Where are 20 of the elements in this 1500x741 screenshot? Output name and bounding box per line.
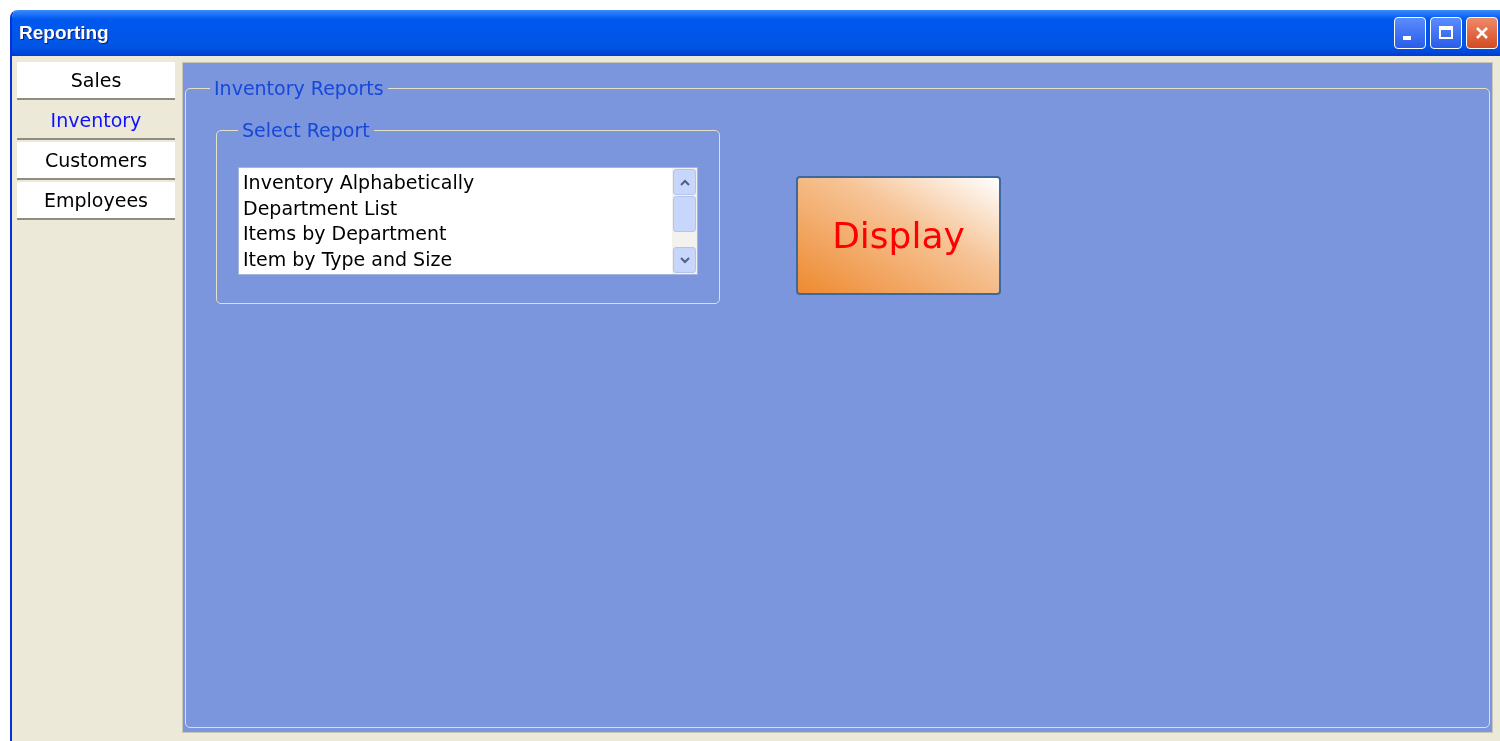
group-title: Inventory Reports: [213, 77, 385, 99]
minimize-button[interactable]: [1394, 17, 1426, 49]
list-item[interactable]: Department List: [243, 195, 668, 221]
tab[interactable]: Employees: [17, 182, 175, 220]
scrollbar[interactable]: [672, 168, 697, 274]
maximize-button[interactable]: [1430, 17, 1462, 49]
window-title: Reporting: [19, 22, 109, 44]
list-item[interactable]: Items by Department: [243, 221, 668, 247]
maximize-icon: [1438, 25, 1454, 41]
scroll-up-icon[interactable]: [673, 169, 696, 195]
group-title: Select Report: [241, 119, 371, 141]
list-item[interactable]: Inventory Alphabetically: [243, 170, 668, 196]
minimize-icon: [1403, 36, 1411, 40]
close-icon: [1474, 25, 1490, 41]
close-button[interactable]: [1466, 17, 1498, 49]
scroll-thumb[interactable]: [673, 196, 696, 232]
list-item[interactable]: Item by Type and Size: [243, 246, 668, 272]
scroll-down-icon[interactable]: [673, 247, 696, 273]
tab[interactable]: Customers: [17, 142, 175, 180]
tab[interactable]: Sales: [17, 62, 175, 100]
